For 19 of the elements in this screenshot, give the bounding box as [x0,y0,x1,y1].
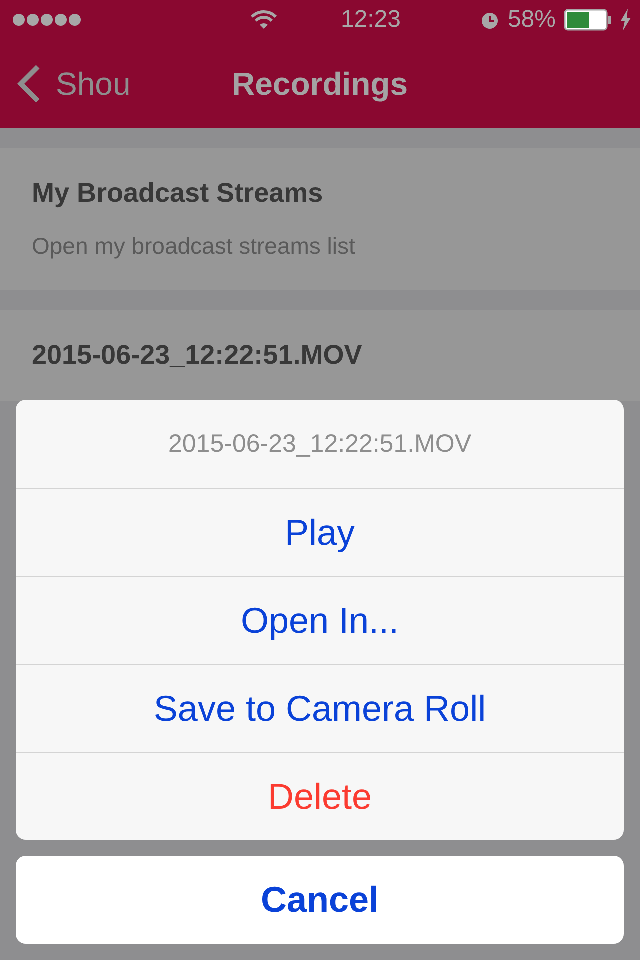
back-label: Shou [56,66,131,102]
signal-icon [12,13,82,27]
battery-percent: 58% [508,6,556,34]
action-button[interactable]: Save to Camera Roll [16,664,624,752]
chevron-left-icon [16,64,42,104]
list-row[interactable]: 2015-06-23_12:22:51.MOV [0,310,640,401]
row-subtitle: Open my broadcast streams list [32,233,356,260]
wifi-icon [250,10,277,30]
cancel-button[interactable]: Cancel [16,856,624,944]
row-title: 2015-06-23_12:22:51.MOV [32,340,364,371]
battery-icon [564,9,612,31]
nav-title: Recordings [232,66,408,102]
alarm-icon [480,10,500,30]
action-button[interactable]: Open In... [16,576,624,664]
list-row[interactable]: My Broadcast Streams Open my broadcast streams list [0,148,640,290]
status-time: 12:23 [340,6,401,34]
action-button[interactable]: Play [16,488,624,576]
row-title: My Broadcast Streams [32,178,324,209]
sheet-title: 2015-06-23_12:22:51.MOV [168,428,472,460]
